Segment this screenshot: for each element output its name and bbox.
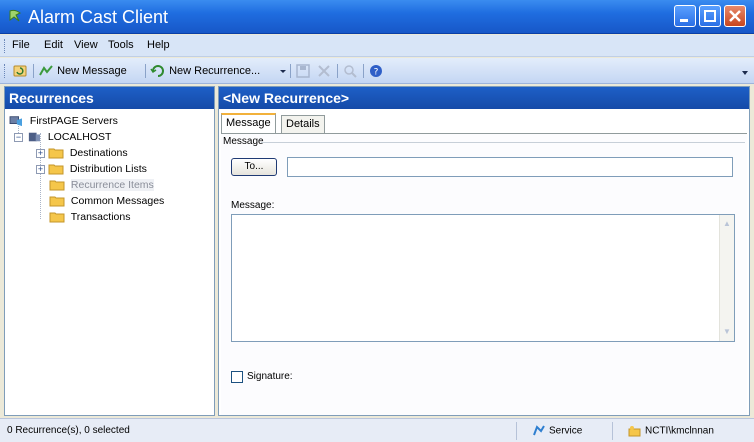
status-divider [516, 422, 517, 440]
menu-view[interactable]: View [74, 39, 98, 51]
message-tab-panel: Message To... Message: ▲ ▼ Signature: [221, 133, 747, 415]
signature-label: Signature: [247, 371, 293, 382]
to-field[interactable] [287, 157, 733, 177]
minimize-button[interactable] [674, 5, 696, 27]
selection-status: 0 Recurrence(s), 0 selected [7, 425, 130, 436]
tree-item-destinations[interactable]: + Destinations [36, 145, 128, 161]
svg-text:?: ? [374, 68, 379, 78]
message-group-label: Message [223, 136, 264, 147]
refresh-icon [13, 65, 27, 77]
scroll-up-icon[interactable]: ▲ [721, 217, 733, 231]
tree-label: Transactions [70, 211, 131, 223]
tree-label: Destinations [69, 147, 128, 159]
user-label: NCTI\kmclnnan [645, 425, 714, 437]
tree-label: Recurrence Items [70, 179, 154, 191]
help-button[interactable]: ? [368, 62, 384, 80]
menu-edit[interactable]: Edit [44, 39, 63, 51]
message-scrollbar[interactable]: ▲ ▼ [719, 215, 734, 341]
chevron-down-icon [742, 71, 748, 75]
new-recurrence-icon [150, 65, 164, 78]
menu-grip[interactable] [4, 39, 7, 53]
tab-details[interactable]: Details [281, 115, 325, 133]
minimize-icon [680, 19, 688, 22]
new-message-button[interactable]: New Message [38, 62, 127, 80]
toolbar-separator [145, 64, 146, 78]
menu-bar: File Edit View Tools Help [0, 35, 754, 57]
search-icon [344, 65, 357, 78]
editor-header: <New Recurrence> [219, 87, 749, 109]
toolbar-separator [363, 64, 364, 78]
message-textarea[interactable]: ▲ ▼ [231, 214, 735, 342]
server-icon [28, 132, 40, 142]
toolbar-separator [33, 64, 34, 78]
chevron-down-icon [280, 70, 286, 74]
message-label: Message: [231, 200, 275, 211]
save-button[interactable] [295, 62, 311, 80]
new-recurrence-label: New Recurrence... [169, 65, 261, 77]
close-button[interactable] [724, 5, 746, 27]
tree-item-transactions[interactable]: Transactions [49, 209, 130, 225]
folder-icon [49, 212, 65, 223]
toolbar-separator [290, 64, 291, 78]
to-button[interactable]: To... [231, 158, 277, 176]
delete-button[interactable] [316, 62, 332, 80]
folder-icon [48, 148, 64, 159]
toolbar-separator [337, 64, 338, 78]
folder-icon [49, 180, 65, 191]
recurrences-header: Recurrences [5, 87, 214, 109]
status-divider [612, 422, 613, 440]
folder-icon [49, 196, 65, 207]
save-icon [296, 64, 310, 78]
recurrence-editor-pane: <New Recurrence> Message Details Message… [218, 86, 750, 416]
window-title: Alarm Cast Client [28, 7, 169, 27]
user-status: NCTI\kmclnnan [628, 425, 714, 437]
signature-checkbox[interactable] [231, 371, 243, 383]
new-recurrence-button[interactable]: New Recurrence... [150, 62, 260, 80]
tree-item-localhost[interactable]: − LOCALHOST [14, 129, 111, 145]
user-icon [628, 426, 641, 437]
toolbar-overflow-button[interactable] [741, 66, 749, 84]
maximize-button[interactable] [699, 5, 721, 27]
new-message-label: New Message [57, 65, 127, 77]
help-icon: ? [370, 65, 382, 78]
recurrences-pane: Recurrences FirstPAGE Servers − LOCALHOS… [4, 86, 215, 416]
server-tree: FirstPAGE Servers − LOCALHOST + Destinat… [5, 109, 214, 415]
toolbar: New Message New Recurrence... ? [0, 58, 754, 84]
scroll-down-icon[interactable]: ▼ [721, 325, 733, 339]
app-window: Alarm Cast Client File Edit View Tools H… [0, 0, 754, 442]
close-icon [729, 10, 741, 22]
expand-icon[interactable]: + [36, 164, 45, 174]
servers-icon [9, 116, 22, 127]
tree-item-root[interactable]: FirstPAGE Servers [8, 113, 118, 129]
collapse-icon[interactable]: − [14, 132, 23, 142]
service-status: Service [532, 425, 582, 437]
new-recurrence-dropdown[interactable] [279, 62, 287, 80]
search-button[interactable] [342, 62, 358, 80]
tree-label: Distribution Lists [69, 163, 147, 175]
service-label: Service [549, 425, 583, 437]
menu-file[interactable]: File [12, 39, 30, 51]
tree-item-distribution-lists[interactable]: + Distribution Lists [36, 161, 147, 177]
delete-icon [318, 65, 330, 77]
expand-icon[interactable]: + [36, 148, 45, 158]
title-bar[interactable]: Alarm Cast Client [0, 0, 754, 34]
new-message-icon [39, 65, 53, 76]
menu-tools[interactable]: Tools [108, 39, 134, 51]
toolbar-grip[interactable] [4, 64, 7, 78]
tab-message[interactable]: Message [221, 113, 276, 133]
folder-icon [48, 164, 64, 175]
service-icon [533, 425, 545, 436]
maximize-icon [704, 10, 716, 22]
menu-help[interactable]: Help [147, 39, 170, 51]
refresh-button[interactable] [12, 62, 28, 80]
app-icon [8, 9, 22, 23]
tree-label: FirstPAGE Servers [29, 115, 118, 127]
tree-label: LOCALHOST [47, 131, 112, 143]
tree-label: Common Messages [70, 195, 165, 207]
status-bar: 0 Recurrence(s), 0 selected Service NCTI… [0, 418, 754, 442]
group-divider [261, 142, 745, 143]
tree-item-recurrence-items[interactable]: Recurrence Items [49, 177, 154, 193]
tree-item-common-messages[interactable]: Common Messages [49, 193, 164, 209]
